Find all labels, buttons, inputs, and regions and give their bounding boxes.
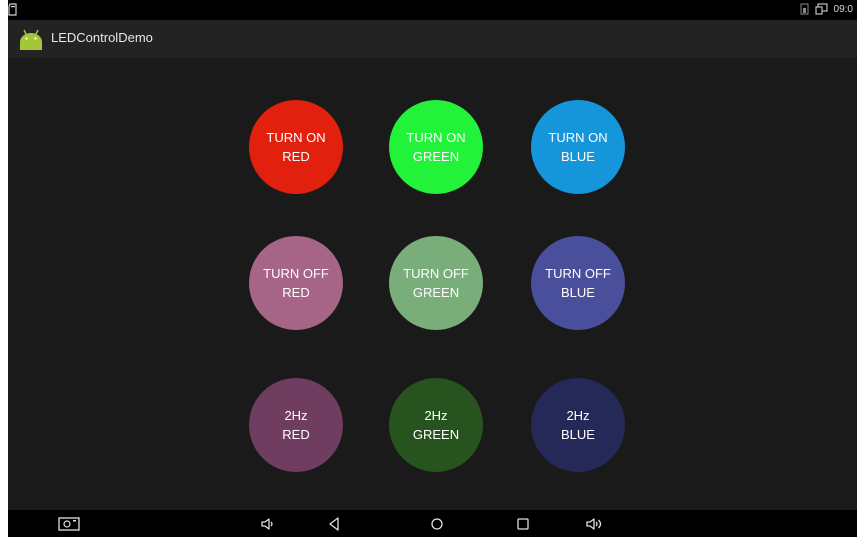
- status-bar: 09:0: [8, 0, 857, 20]
- button-label-line1: 2Hz: [566, 408, 590, 423]
- recents-icon[interactable]: [515, 516, 531, 532]
- button-label-line2: BLUE: [561, 149, 595, 164]
- volume-up-icon[interactable]: [585, 516, 605, 532]
- button-label-line1: TURN ON: [266, 130, 326, 145]
- blink-2hz-blue-button[interactable]: 2Hz BLUE: [531, 378, 625, 472]
- turn-on-green-button[interactable]: TURN ON GREEN: [389, 100, 483, 194]
- status-time: 09:0: [833, 3, 853, 15]
- led-control-panel: TURN ON RED TURN ON GREEN TURN ON BLUE T…: [8, 58, 857, 510]
- button-label-line2: BLUE: [561, 427, 595, 442]
- turn-on-blue-button[interactable]: TURN ON BLUE: [531, 100, 625, 194]
- button-label-line1: TURN ON: [406, 130, 466, 145]
- button-label-line2: BLUE: [561, 285, 595, 300]
- volume-down-icon[interactable]: [260, 516, 276, 532]
- button-label-line1: 2Hz: [424, 408, 448, 423]
- button-label-line1: 2Hz: [284, 408, 308, 423]
- blink-2hz-red-button[interactable]: 2Hz RED: [249, 378, 343, 472]
- android-icon: [20, 29, 42, 50]
- turn-off-red-button[interactable]: TURN OFF RED: [249, 236, 343, 330]
- button-label-line2: RED: [282, 149, 310, 164]
- button-label-line2: RED: [282, 285, 310, 300]
- button-label-line2: RED: [282, 427, 310, 442]
- button-label-line1: TURN ON: [548, 130, 608, 145]
- screenshot-icon[interactable]: [58, 516, 80, 532]
- button-label-line2: GREEN: [412, 427, 460, 442]
- button-label-line1: TURN OFF: [263, 266, 329, 281]
- turn-off-blue-button[interactable]: TURN OFF BLUE: [531, 236, 625, 330]
- app-bar: LEDControlDemo: [8, 20, 857, 58]
- signal-icon: [800, 3, 809, 15]
- app-title: LEDControlDemo: [51, 30, 153, 45]
- blink-2hz-green-button[interactable]: 2Hz GREEN: [389, 378, 483, 472]
- home-icon[interactable]: [429, 516, 445, 532]
- button-label-line2: GREEN: [412, 285, 460, 300]
- screen-cast-icon: [814, 3, 828, 15]
- turn-off-green-button[interactable]: TURN OFF GREEN: [389, 236, 483, 330]
- device-screen: 09:0 LEDControlDemo TURN ON RED TURN ON …: [8, 0, 857, 537]
- navigation-bar: [8, 510, 857, 537]
- sd-card-icon: [8, 3, 17, 16]
- button-label-line2: GREEN: [412, 149, 460, 164]
- turn-on-red-button[interactable]: TURN ON RED: [249, 100, 343, 194]
- button-label-line1: TURN OFF: [545, 266, 611, 281]
- back-icon[interactable]: [326, 516, 342, 532]
- status-icons: 09:0: [800, 3, 853, 15]
- button-label-line1: TURN OFF: [403, 266, 469, 281]
